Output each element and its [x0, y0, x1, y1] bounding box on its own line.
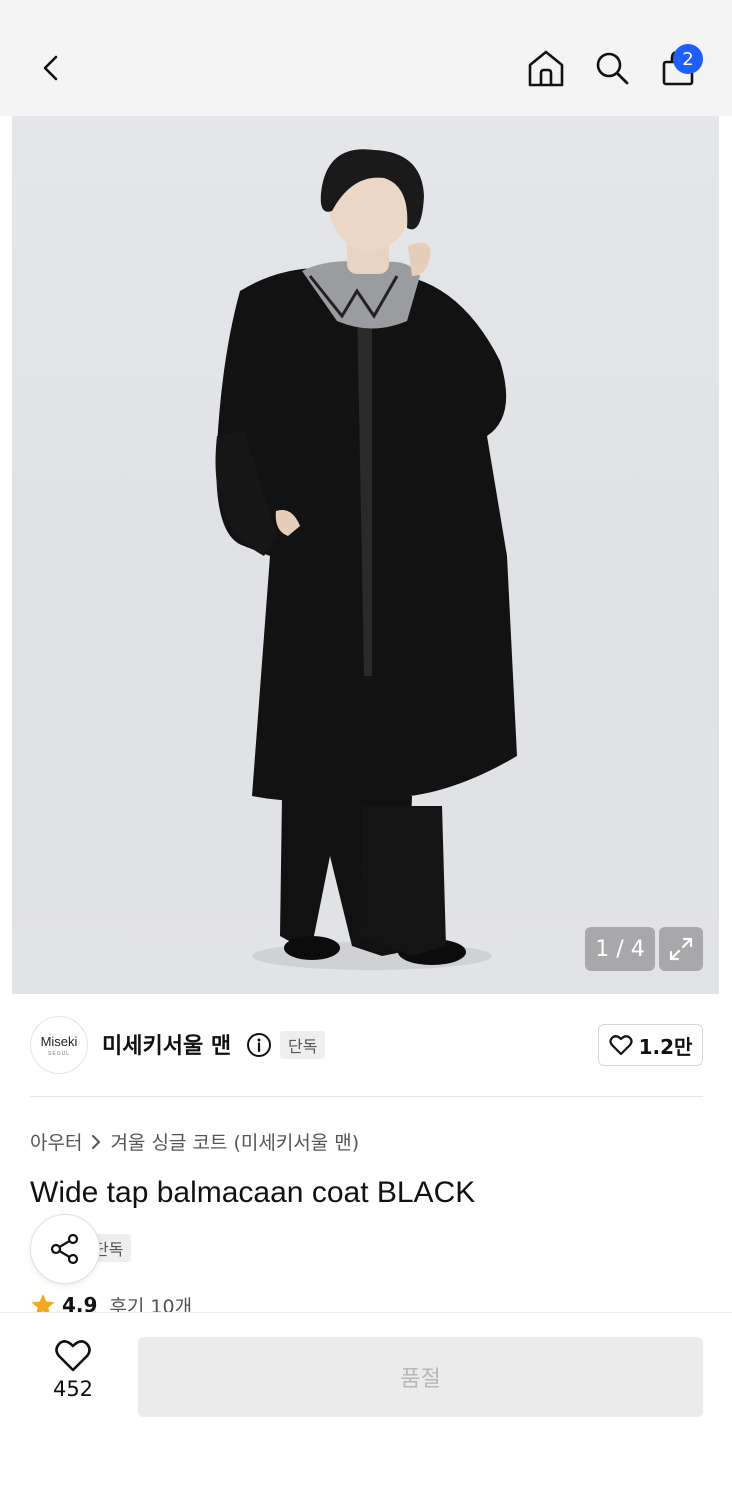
home-icon — [528, 50, 564, 87]
image-counter: 1 / 4 — [585, 927, 655, 971]
info-icon[interactable] — [246, 1032, 272, 1058]
brand-like-button[interactable]: 1.2만 — [598, 1024, 703, 1066]
expand-icon — [669, 937, 693, 961]
expand-button[interactable] — [659, 927, 703, 971]
brand-name[interactable]: 미세키서울 맨 — [102, 1028, 231, 1060]
chevron-left-icon — [43, 55, 58, 81]
share-button[interactable] — [30, 1214, 100, 1284]
wishlist-button[interactable]: 452 — [30, 1339, 116, 1417]
share-icon — [50, 1233, 79, 1265]
model-photo — [215, 149, 517, 970]
brand-logo[interactable]: Miseki SEOUL — [30, 1016, 88, 1074]
brand-like-count: 1.2만 — [638, 1034, 693, 1059]
home-button[interactable] — [522, 44, 570, 92]
brand-logo-subtext: SEOUL — [48, 1050, 70, 1057]
brand-row: Miseki SEOUL 미세키서울 맨 단독 1.2만 — [0, 994, 732, 1098]
cart-count-badge: 2 — [673, 44, 703, 74]
heart-icon — [55, 1340, 91, 1372]
breadcrumb-item[interactable]: 아우터 — [30, 1128, 82, 1155]
product-image[interactable] — [12, 116, 719, 994]
brand-logo-text: Miseki — [40, 1033, 78, 1049]
breadcrumb: 아우터 겨울 싱글 코트 (미세키서울 맨) — [30, 1128, 359, 1155]
search-icon — [596, 52, 629, 85]
heart-icon — [608, 1035, 633, 1056]
top-navigation-bar: 2 — [0, 0, 732, 116]
divider — [30, 1096, 703, 1097]
back-button[interactable] — [28, 44, 76, 92]
search-button[interactable] — [588, 44, 636, 92]
product-title: Wide tap balmacaan coat BLACK — [30, 1176, 476, 1209]
wishlist-count: 452 — [52, 1377, 94, 1401]
breadcrumb-item[interactable]: 겨울 싱글 코트 (미세키서울 맨) — [110, 1128, 359, 1155]
brand-exclusive-tag: 단독 — [280, 1031, 326, 1059]
soldout-button: 품절 — [138, 1337, 703, 1417]
bottom-action-bar: 452 품절 — [0, 1312, 732, 1500]
chevron-right-icon — [92, 1134, 101, 1149]
